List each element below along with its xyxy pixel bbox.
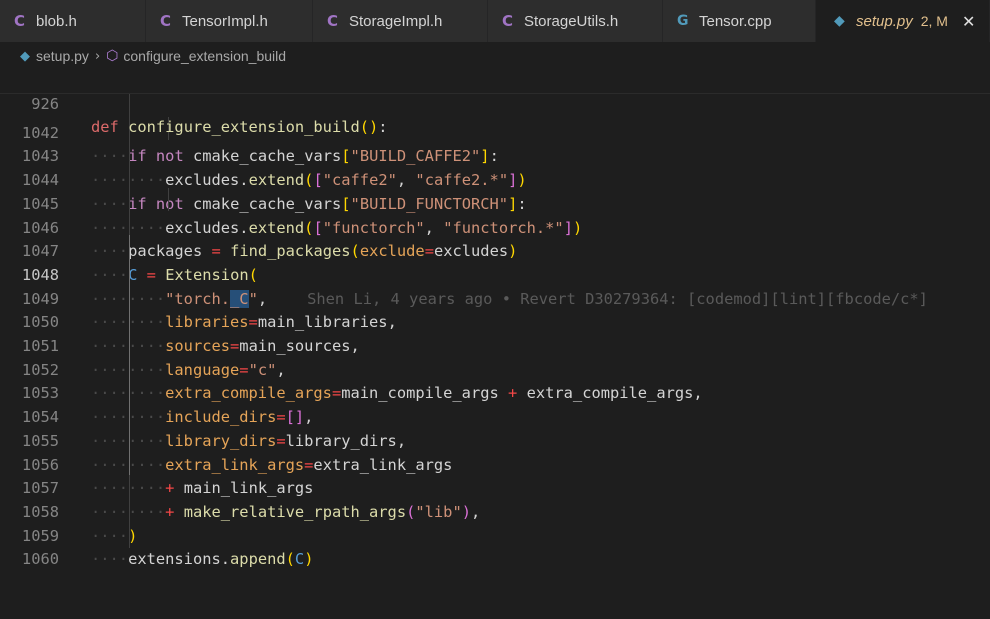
code-line[interactable]: 1046 ····packages = find_packages(exclud… — [0, 193, 990, 261]
code-line[interactable]: 1053 ········include_dirs=[], — [0, 359, 990, 426]
code-line[interactable]: 1047 ····C = Extension( — [0, 217, 990, 284]
method-cube-icon: ⬡ — [106, 48, 119, 64]
line-number: 1060 — [21, 550, 59, 569]
code-line[interactable]: 1049 ········libraries=main_libraries, — [0, 264, 990, 332]
code-line[interactable]: 1055 ········extra_link_args=extra_link_… — [0, 406, 990, 474]
code-text: ····extensions.append(C) — [91, 550, 314, 569]
code-line[interactable]: 1050 ········sources=main_sources, — [0, 288, 990, 355]
chevron-right-icon: › — [94, 48, 101, 64]
vscode-window: C blob.h C TensorImpl.h C StorageImpl.h … — [0, 0, 990, 569]
code-line[interactable]: 1060 — [0, 525, 990, 568]
editor-tab-bar: C blob.h C TensorImpl.h C StorageImpl.h … — [0, 0, 990, 42]
code-line[interactable]: 1045 ········excludes.extend(["functorch… — [0, 169, 990, 237]
tab-label: TensorImpl.h — [182, 12, 268, 30]
code-line[interactable]: 1052 ········extra_compile_args=main_com… — [0, 335, 990, 403]
c-file-icon: C — [327, 12, 339, 30]
code-line[interactable]: 1058 ····) — [0, 477, 990, 545]
python-file-icon: ◆ — [834, 13, 845, 29]
tab-storageutils-h[interactable]: C StorageUtils.h — [488, 0, 663, 42]
breadcrumb: ◆ setup.py › ⬡ configure_extension_build — [0, 43, 990, 69]
line-number: 926 — [31, 94, 59, 113]
tab-label: setup.py — [856, 12, 913, 30]
close-icon[interactable]: ✕ — [962, 12, 975, 31]
sticky-scroll-line[interactable]: 926 def configure_extension_build(): — [0, 69, 990, 136]
code-line[interactable]: 1054 ········library_dirs=library_dirs, — [0, 382, 990, 450]
code-text: def configure_extension_build(): — [91, 118, 388, 137]
tab-tensor-cpp[interactable]: G Tensor.cpp — [663, 0, 816, 42]
problems-modified-badge: 2, M — [920, 13, 948, 29]
tab-blob-h[interactable]: C blob.h — [0, 0, 146, 42]
tab-label: StorageUtils.h — [524, 12, 619, 30]
indent-guide-active — [129, 235, 130, 475]
c-file-icon: C — [14, 12, 26, 30]
code-line[interactable]: 1051 ········language="c", — [0, 311, 990, 379]
code-line[interactable]: 1056 ········+ main_link_args — [0, 430, 990, 498]
python-file-icon: ◆ — [20, 48, 30, 64]
tab-tensorimpl-h[interactable]: C TensorImpl.h — [146, 0, 313, 42]
code-line[interactable]: 1059 ····extensions.append(C) — [0, 501, 990, 569]
c-file-icon: C — [160, 12, 172, 30]
breadcrumb-symbol[interactable]: configure_extension_build — [123, 48, 286, 64]
code-line-current[interactable]: 1048 ········"torch._C",Shen Li, 4 years… — [0, 240, 990, 308]
code-editor[interactable]: 926 def configure_extension_build(): 104… — [0, 69, 990, 569]
code-line[interactable]: 1044 ····if not cmake_cache_vars["BUILD_… — [0, 145, 990, 213]
tab-storageimpl-h[interactable]: C StorageImpl.h — [313, 0, 488, 42]
indent-guide — [168, 188, 169, 211]
tab-label: StorageImpl.h — [349, 12, 443, 30]
tab-label: blob.h — [36, 12, 77, 30]
cpp-file-icon: G — [677, 13, 689, 29]
tab-label: Tensor.cpp — [699, 12, 772, 30]
c-file-icon: C — [502, 12, 514, 30]
breadcrumb-file[interactable]: setup.py — [36, 48, 89, 64]
tab-setup-py[interactable]: ◆ setup.py 2, M ✕ — [816, 0, 990, 42]
code-line[interactable]: 1057 ········+ make_relative_rpath_args(… — [0, 454, 990, 521]
